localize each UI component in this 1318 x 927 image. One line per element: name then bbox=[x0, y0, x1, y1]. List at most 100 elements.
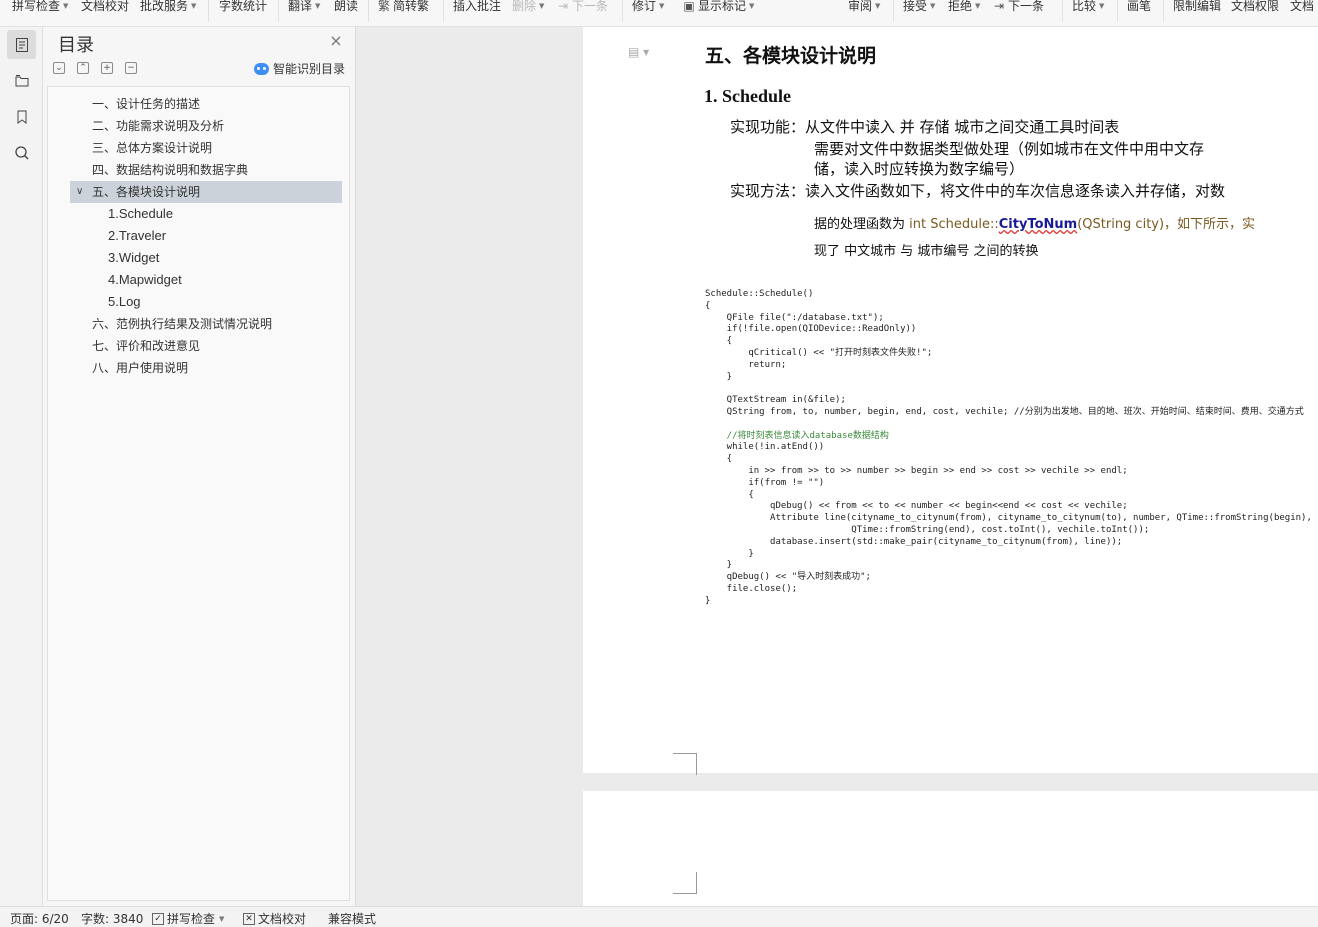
paragraph-line: 据的处理函数为 int Schedule::CityToNum(QString … bbox=[814, 217, 1256, 232]
code-line: while(!in.atEnd()) bbox=[705, 442, 825, 453]
chevron-down-icon: ▼ bbox=[63, 2, 69, 10]
doc-permission-button[interactable]: 文档权限 bbox=[1231, 0, 1279, 17]
chevron-down-icon: ▼ bbox=[749, 2, 755, 10]
toc-item[interactable]: 3.Widget bbox=[70, 247, 342, 269]
toc-item[interactable]: 四、数据结构说明和数据字典 bbox=[70, 159, 342, 181]
page-indicator[interactable]: 页面: 6/20 bbox=[10, 910, 69, 927]
chevron-down-icon: ▼ bbox=[975, 2, 981, 10]
close-icon[interactable]: × bbox=[328, 33, 344, 49]
code-line: in >> from >> to >> number >> begin >> e… bbox=[705, 465, 1128, 476]
delete-comment-button[interactable]: 删除 ▼ bbox=[512, 0, 544, 17]
code-line: qDebug() << from << to << number << begi… bbox=[705, 501, 1128, 512]
next-comment-button[interactable]: ⇥ 下一条 bbox=[556, 0, 608, 17]
restrict-editing-button[interactable]: 限制编辑 bbox=[1173, 0, 1221, 17]
chevron-down-icon: ▼ bbox=[659, 2, 665, 10]
code-screenshot: Schedule::Schedule(){ QFile file(":/data… bbox=[705, 289, 1318, 608]
compare-button[interactable]: 比较 ▼ bbox=[1072, 0, 1104, 17]
toc-item[interactable]: 三、总体方案设计说明 bbox=[70, 137, 342, 159]
markup-icon: ▣ bbox=[683, 0, 695, 13]
toc-item-selected[interactable]: ∨ 五、各模块设计说明 bbox=[70, 181, 342, 203]
smart-toc-button[interactable]: 智能识别目录 bbox=[254, 60, 345, 77]
check-icon: ✓ bbox=[152, 912, 164, 925]
code-line: if(!file.open(QIODevice::ReadOnly)) bbox=[705, 324, 917, 335]
word-count-button[interactable]: 字数统计 bbox=[219, 0, 267, 17]
section-heading: 五、各模块设计说明 bbox=[705, 45, 877, 67]
add-level-icon[interactable]: + bbox=[101, 62, 113, 74]
document-workspace[interactable]: ▤ ▾ 五、各模块设计说明 1. Schedule 实现功能：从文件中读入 并 … bbox=[356, 27, 1318, 906]
doc-more-button[interactable]: 文档 bbox=[1290, 0, 1314, 17]
translate-button[interactable]: 翻译 ▼ bbox=[288, 0, 320, 17]
correction-service-button[interactable]: 批改服务 ▼ bbox=[140, 0, 196, 17]
toc-item[interactable]: 七、评价和改进意见 bbox=[70, 335, 342, 357]
toc-panel: 目录 × ⌄ ⌃ + − 智能识别目录 一、设计任务的描述 二、功能需求说明及分… bbox=[43, 27, 356, 906]
next-change-button[interactable]: ⇥ 下一条 bbox=[992, 0, 1044, 17]
read-aloud-button[interactable]: 朗读 bbox=[334, 0, 358, 17]
word-count-indicator[interactable]: 字数: 3840 bbox=[81, 910, 143, 927]
compat-mode-indicator: 兼容模式 bbox=[328, 912, 377, 926]
ai-robot-icon bbox=[254, 62, 269, 75]
toolbar-divider bbox=[368, 0, 369, 22]
toc-view-button[interactable] bbox=[7, 30, 36, 59]
proofread-status[interactable]: ✕ 文档校对 bbox=[243, 910, 306, 927]
code-line: { bbox=[705, 454, 733, 465]
code-line: if(from != "") bbox=[705, 477, 825, 488]
review-pane-button[interactable]: 审阅 ▼ bbox=[848, 0, 880, 17]
nav-rail bbox=[0, 27, 43, 906]
chevron-down-icon: ▼ bbox=[1099, 2, 1105, 10]
code-line: database.insert(std::make_pair(cityname_… bbox=[705, 536, 1123, 547]
code-line: } bbox=[705, 595, 711, 606]
toc-item[interactable]: 八、用户使用说明 bbox=[70, 357, 342, 379]
paragraph-line: 需要对文件中数据类型做处理（例如城市在文件中用中文存 bbox=[814, 140, 1205, 158]
code-line: { bbox=[705, 336, 733, 347]
toc-item[interactable]: 4.Mapwidget bbox=[70, 269, 342, 291]
code-line: QFile file(":/database.txt"); bbox=[705, 312, 884, 323]
next-arrow-icon: ⇥ bbox=[557, 0, 569, 13]
toolbar-divider bbox=[208, 0, 209, 22]
page-corner-mark bbox=[673, 872, 697, 894]
paragraph-line: 现了 中文城市 与 城市编号 之间的转换 bbox=[814, 244, 1039, 259]
reject-button[interactable]: 拒绝 ▼ bbox=[948, 0, 980, 17]
toc-item[interactable]: 二、功能需求说明及分析 bbox=[70, 115, 342, 137]
toolbar-divider bbox=[1062, 0, 1063, 22]
search-button[interactable] bbox=[7, 138, 36, 167]
toc-item[interactable]: 六、范例执行结果及测试情况说明 bbox=[70, 313, 342, 335]
paragraph-line: 实现功能：从文件中读入 并 存储 城市之间交通工具时间表 bbox=[730, 118, 1120, 136]
remove-level-icon[interactable]: − bbox=[125, 62, 137, 74]
code-line: qCritical() << "打开时刻表文件失败!"; bbox=[705, 347, 933, 358]
paragraph-tag-icon[interactable]: ▤ ▾ bbox=[628, 45, 649, 59]
toc-item[interactable]: 1.Schedule bbox=[70, 203, 342, 225]
code-line: { bbox=[705, 489, 754, 500]
toc-item[interactable]: 一、设计任务的描述 bbox=[70, 93, 342, 115]
toc-list: 一、设计任务的描述 二、功能需求说明及分析 三、总体方案设计说明 四、数据结构说… bbox=[47, 86, 350, 901]
toolbar-divider bbox=[278, 0, 279, 22]
show-markup-button[interactable]: ▣ 显示标记 ▼ bbox=[682, 0, 754, 17]
doc-proofread-button[interactable]: 文档校对 bbox=[81, 0, 129, 17]
toolbar-divider bbox=[1117, 0, 1118, 22]
chevron-down-icon: ▼ bbox=[219, 914, 225, 923]
toc-item[interactable]: 5.Log bbox=[70, 291, 342, 313]
toolbar-divider bbox=[893, 0, 894, 22]
spell-check-status[interactable]: ✓ 拼写检查 ▼ bbox=[152, 910, 224, 927]
toolbar-divider bbox=[443, 0, 444, 22]
cross-icon: ✕ bbox=[243, 912, 255, 925]
chevron-down-icon[interactable]: ∨ bbox=[76, 181, 83, 203]
insert-comment-button[interactable]: 插入批注 bbox=[453, 0, 501, 17]
document-page-next[interactable] bbox=[583, 791, 1318, 906]
code-line: { bbox=[705, 300, 711, 311]
code-line: qDebug() << "导入时刻表成功"; bbox=[705, 572, 871, 583]
next-arrow-icon: ⇥ bbox=[993, 0, 1005, 13]
pen-button[interactable]: 画笔 bbox=[1127, 0, 1151, 17]
chapter-nav-button[interactable] bbox=[7, 66, 36, 95]
expand-up-icon[interactable]: ⌃ bbox=[77, 62, 89, 74]
simplified-to-traditional-button[interactable]: 繁简转繁 bbox=[377, 0, 429, 17]
bookmark-button[interactable] bbox=[7, 102, 36, 131]
chevron-down-icon: ▼ bbox=[191, 2, 197, 10]
spell-check-button[interactable]: 拼写检查 ▼ bbox=[12, 0, 68, 17]
document-page[interactable]: ▤ ▾ 五、各模块设计说明 1. Schedule 实现功能：从文件中读入 并 … bbox=[583, 27, 1318, 775]
toc-item[interactable]: 2.Traveler bbox=[70, 225, 342, 247]
accept-button[interactable]: 接受 ▼ bbox=[903, 0, 935, 17]
collapse-all-icon[interactable]: ⌄ bbox=[53, 62, 65, 74]
track-changes-button[interactable]: 修订 ▼ bbox=[632, 0, 664, 17]
code-line: } bbox=[705, 371, 733, 382]
